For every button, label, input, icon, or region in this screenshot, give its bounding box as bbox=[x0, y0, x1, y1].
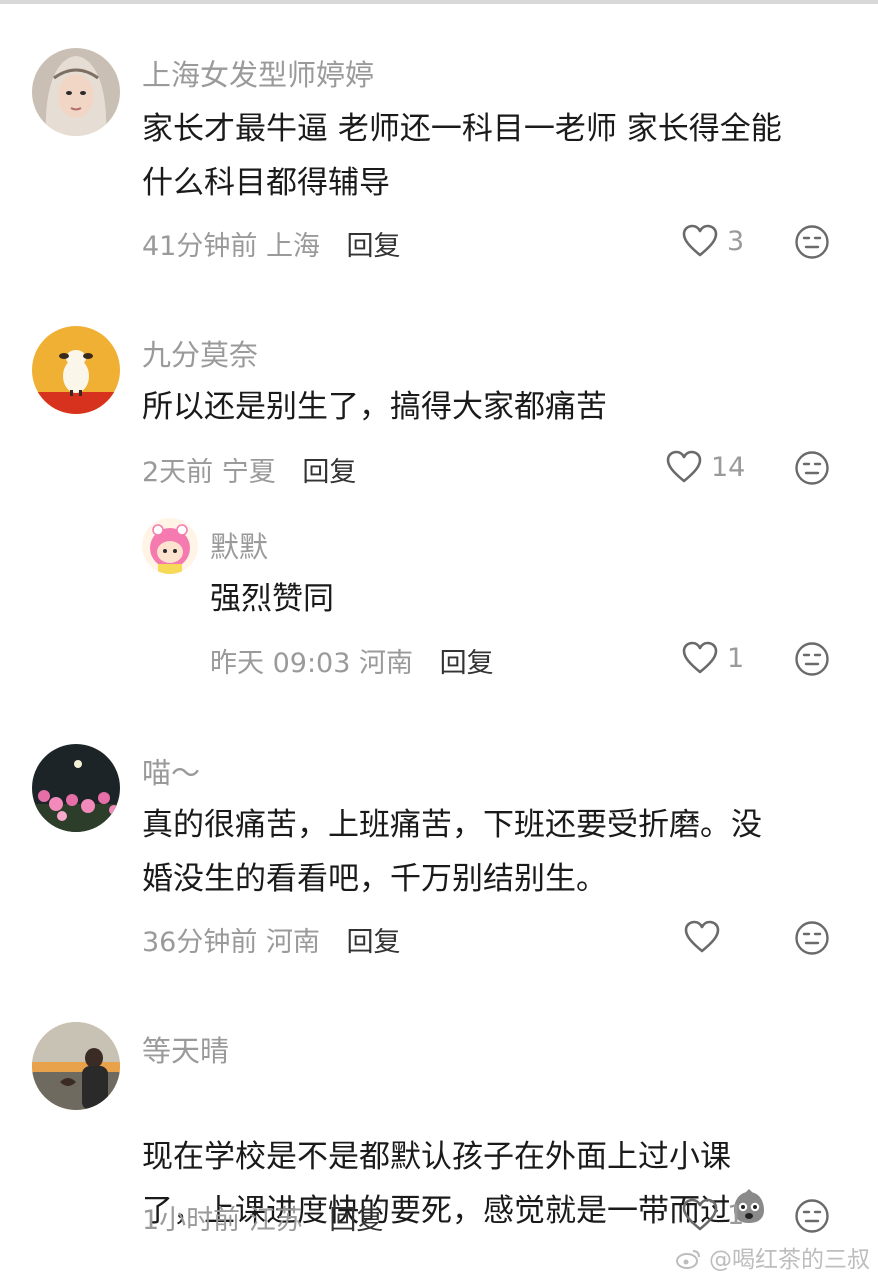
comment-meta: 36分钟前 河南 回复 bbox=[142, 920, 401, 959]
comment-location: 江苏 bbox=[248, 1205, 303, 1236]
comment-meta: 1小时前 江苏 回复 bbox=[142, 1198, 383, 1237]
dislike-face-icon bbox=[795, 642, 829, 676]
like-count: 1 bbox=[727, 1199, 745, 1231]
watermark-text: @喝红茶的三叔 bbox=[709, 1247, 870, 1273]
reply-button[interactable]: 回复 bbox=[440, 648, 494, 679]
heart-icon bbox=[682, 1198, 718, 1231]
avatar[interactable] bbox=[32, 48, 120, 136]
reply-button[interactable]: 回复 bbox=[302, 457, 356, 488]
reply-button[interactable]: 回复 bbox=[329, 1205, 383, 1236]
top-divider bbox=[0, 0, 878, 4]
comment-meta: 2天前 宁夏 回复 bbox=[142, 450, 356, 489]
dislike-face-icon bbox=[795, 1199, 829, 1233]
comment-location: 宁夏 bbox=[221, 457, 276, 488]
like-button[interactable]: 1 bbox=[681, 1198, 744, 1232]
like-button[interactable]: 14 bbox=[665, 450, 745, 484]
dislike-face-icon bbox=[795, 921, 829, 955]
weibo-logo-icon bbox=[675, 1250, 700, 1269]
dislike-face-icon bbox=[795, 451, 829, 485]
username[interactable]: 上海女发型师婷婷 bbox=[142, 52, 374, 94]
dislike-button[interactable] bbox=[794, 920, 830, 960]
dislike-button[interactable] bbox=[794, 641, 830, 681]
avatar[interactable] bbox=[32, 744, 120, 832]
comment-meta: 41分钟前 上海 回复 bbox=[142, 224, 401, 263]
watermark: @喝红茶的三叔 bbox=[675, 1240, 870, 1274]
heart-icon bbox=[684, 920, 720, 953]
username[interactable]: 等天晴 bbox=[142, 1028, 229, 1070]
comment-location: 上海 bbox=[265, 231, 320, 262]
comment-location: 河南 bbox=[359, 648, 413, 679]
comment-text: 强烈赞同 bbox=[210, 581, 334, 617]
avatar[interactable] bbox=[142, 518, 198, 574]
heart-icon bbox=[682, 641, 718, 674]
like-button[interactable] bbox=[683, 920, 729, 954]
reply-button[interactable]: 回复 bbox=[347, 927, 401, 958]
like-button[interactable]: 1 bbox=[681, 641, 744, 675]
comment-location: 河南 bbox=[265, 927, 320, 958]
comment-time: 1小时前 bbox=[142, 1205, 241, 1236]
heart-icon bbox=[666, 450, 702, 483]
like-count: 3 bbox=[727, 225, 745, 257]
dislike-button[interactable] bbox=[794, 224, 830, 264]
username[interactable]: 九分莫奈 bbox=[142, 332, 258, 374]
comment-time: 36分钟前 bbox=[142, 927, 258, 958]
avatar[interactable] bbox=[32, 326, 120, 414]
username[interactable]: 默默 bbox=[210, 524, 268, 566]
dislike-button[interactable] bbox=[794, 450, 830, 490]
like-count: 14 bbox=[711, 451, 746, 483]
comment-time: 41分钟前 bbox=[142, 231, 258, 262]
heart-icon bbox=[682, 224, 718, 257]
comment-meta: 昨天 09:03 河南 回复 bbox=[210, 641, 494, 680]
avatar[interactable] bbox=[32, 1022, 120, 1110]
reply-button[interactable]: 回复 bbox=[347, 231, 401, 262]
comment-time: 昨天 09:03 bbox=[210, 648, 351, 679]
comment-text: 真的很痛苦，上班痛苦，下班还要受折磨。没 婚没生的看看吧，千万别结别生。 bbox=[142, 807, 762, 897]
comment-time: 2天前 bbox=[142, 457, 214, 488]
dislike-face-icon bbox=[795, 225, 829, 259]
like-count: 1 bbox=[727, 642, 745, 674]
like-button[interactable]: 3 bbox=[681, 224, 744, 258]
username[interactable]: 喵～ bbox=[142, 750, 200, 792]
dislike-button[interactable] bbox=[794, 1198, 830, 1238]
comment-text: 所以还是别生了，搞得大家都痛苦 bbox=[142, 389, 607, 425]
comment-text: 家长才最牛逼 老师还一科目一老师 家长得全能 什么科目都得辅导 bbox=[142, 111, 782, 201]
